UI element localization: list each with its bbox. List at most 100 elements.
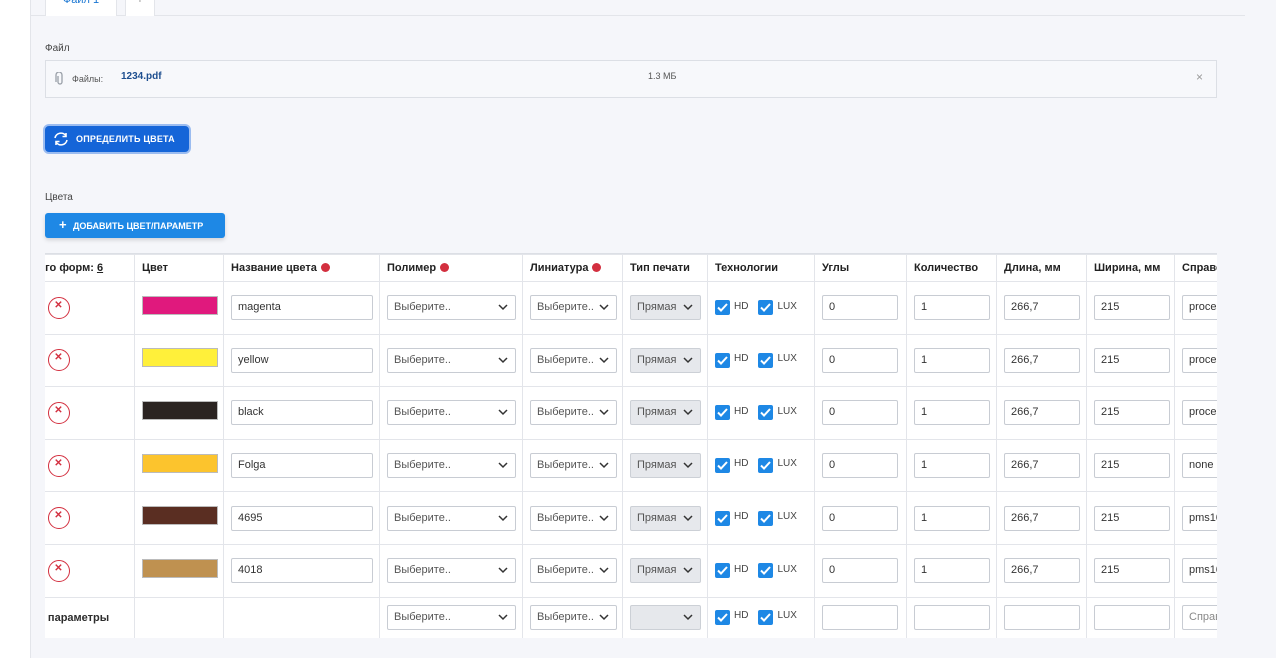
delete-row-button[interactable]: ✕ (48, 559, 70, 582)
print-type-select[interactable]: Прямая (630, 453, 701, 479)
lineature-select[interactable]: Выберите.. (530, 558, 617, 584)
angles-input[interactable]: 0 (822, 295, 898, 321)
chevron-down-icon (498, 515, 508, 521)
hd-checkbox[interactable] (715, 510, 730, 526)
width-input[interactable]: 215 (1094, 347, 1170, 373)
color-name-input[interactable]: 4695 (231, 505, 373, 531)
reference-input[interactable]: none (1182, 453, 1217, 479)
polymer-select[interactable]: Выберите.. (387, 400, 516, 426)
color-name-input[interactable]: 4018 (231, 558, 373, 584)
detect-colors-button[interactable]: ОПРЕДЕЛИТЬ ЦВЕТА (45, 126, 189, 152)
print-type-select[interactable] (630, 605, 701, 631)
quantity-input[interactable]: 1 (914, 558, 990, 584)
color-name-input[interactable]: black (231, 400, 373, 426)
quantity-input[interactable] (914, 605, 990, 631)
color-swatch[interactable] (142, 348, 218, 368)
color-name-input[interactable]: yellow (231, 347, 373, 373)
angles-input[interactable]: 0 (822, 505, 898, 531)
angles-input[interactable]: 0 (822, 347, 898, 373)
width-input[interactable] (1094, 605, 1170, 631)
polymer-select[interactable]: Выберите.. (387, 558, 516, 584)
width-input[interactable]: 215 (1094, 558, 1170, 584)
lux-checkbox[interactable] (758, 510, 774, 526)
color-name-input[interactable]: magenta (231, 295, 373, 321)
quantity-input[interactable]: 1 (914, 400, 990, 426)
delete-row-button[interactable]: ✕ (48, 401, 70, 424)
tab-file-1[interactable]: Файл 1 (45, 0, 117, 16)
print-type-select[interactable]: Прямая (630, 400, 701, 426)
polymer-select[interactable]: Выберите.. (387, 295, 516, 321)
hd-checkbox[interactable] (715, 610, 730, 626)
quantity-input[interactable]: 1 (914, 295, 990, 321)
length-input[interactable]: 266,7 (1004, 453, 1080, 479)
quantity-input[interactable]: 1 (914, 453, 990, 479)
color-swatch[interactable] (142, 558, 218, 578)
angles-input[interactable]: 0 (822, 558, 898, 584)
delete-row-button[interactable]: ✕ (48, 349, 70, 372)
lux-checkbox[interactable] (758, 405, 774, 421)
length-input[interactable]: 266,7 (1004, 295, 1080, 321)
length-input[interactable]: 266,7 (1004, 505, 1080, 531)
hd-checkbox[interactable] (715, 563, 730, 579)
lineature-select[interactable]: Выберите.. (530, 347, 617, 373)
remove-file-button[interactable]: × (1196, 70, 1203, 84)
lux-checkbox[interactable] (758, 458, 774, 474)
chevron-down-icon (498, 614, 508, 621)
quantity-input[interactable]: 1 (914, 505, 990, 531)
width-input[interactable]: 215 (1094, 505, 1170, 531)
print-type-select[interactable]: Прямая (630, 505, 701, 531)
angles-input[interactable]: 0 (822, 453, 898, 479)
width-input[interactable]: 215 (1094, 295, 1170, 321)
hd-checkbox[interactable] (715, 352, 730, 368)
polymer-select[interactable]: Выберите.. (387, 605, 516, 631)
color-swatch[interactable] (142, 453, 218, 473)
hd-checkbox[interactable] (715, 458, 730, 474)
hd-checkbox[interactable] (715, 405, 730, 421)
color-swatch[interactable] (142, 506, 218, 526)
add-tab-button[interactable]: + (125, 0, 155, 16)
quantity-input[interactable]: 1 (914, 347, 990, 373)
lineature-select[interactable]: Выберите.. (530, 505, 617, 531)
reference-input[interactable]: pms10 (1182, 505, 1217, 531)
reference-input[interactable]: proces (1182, 295, 1217, 321)
angles-input[interactable]: 0 (822, 400, 898, 426)
hd-label: HD (734, 511, 749, 523)
colors-table: его форм: 6 Цвет Название цвета Полимер … (45, 254, 1217, 638)
color-swatch[interactable] (142, 400, 218, 420)
lineature-select[interactable]: Выберите.. (530, 295, 617, 321)
length-input[interactable] (1004, 605, 1080, 631)
add-color-button[interactable]: + ДОБАВИТЬ ЦВЕТ/ПАРАМЕТР (45, 213, 225, 238)
angles-input[interactable] (822, 605, 898, 631)
reference-input[interactable]: proces (1182, 347, 1217, 373)
lineature-select[interactable]: Выберите.. (530, 605, 617, 631)
reference-input[interactable]: Справо (1182, 605, 1217, 631)
width-input[interactable]: 215 (1094, 400, 1170, 426)
delete-row-button[interactable]: ✕ (48, 507, 70, 530)
lineature-select[interactable]: Выберите.. (530, 400, 617, 426)
length-input[interactable]: 266,7 (1004, 400, 1080, 426)
lux-checkbox[interactable] (758, 352, 774, 368)
lux-checkbox[interactable] (758, 610, 774, 626)
polymer-select[interactable]: Выберите.. (387, 505, 516, 531)
lineature-select[interactable]: Выберите.. (530, 453, 617, 479)
color-name-input[interactable]: Folga (231, 453, 373, 479)
delete-row-button[interactable]: ✕ (48, 454, 70, 477)
print-type-select[interactable]: Прямая (630, 295, 701, 321)
print-type-select[interactable]: Прямая (630, 347, 701, 373)
lux-checkbox[interactable] (758, 300, 774, 316)
width-input[interactable]: 215 (1094, 453, 1170, 479)
polymer-select[interactable]: Выберите.. (387, 453, 516, 479)
reference-input[interactable]: proces (1182, 400, 1217, 426)
lux-checkbox[interactable] (758, 563, 774, 579)
length-input[interactable]: 266,7 (1004, 347, 1080, 373)
polymer-select[interactable]: Выберите.. (387, 347, 516, 373)
hd-checkbox[interactable] (715, 300, 730, 316)
file-name-link[interactable]: 1234.pdf (121, 71, 162, 82)
length-input[interactable]: 266,7 (1004, 558, 1080, 584)
color-swatch[interactable] (142, 295, 218, 315)
reference-input[interactable]: pms10 (1182, 558, 1217, 584)
delete-row-button[interactable]: ✕ (48, 296, 70, 319)
colors-table-container[interactable]: его форм: 6 Цвет Название цвета Полимер … (45, 253, 1217, 638)
print-type-select[interactable]: Прямая (630, 558, 701, 584)
plus-icon: + (59, 217, 67, 232)
